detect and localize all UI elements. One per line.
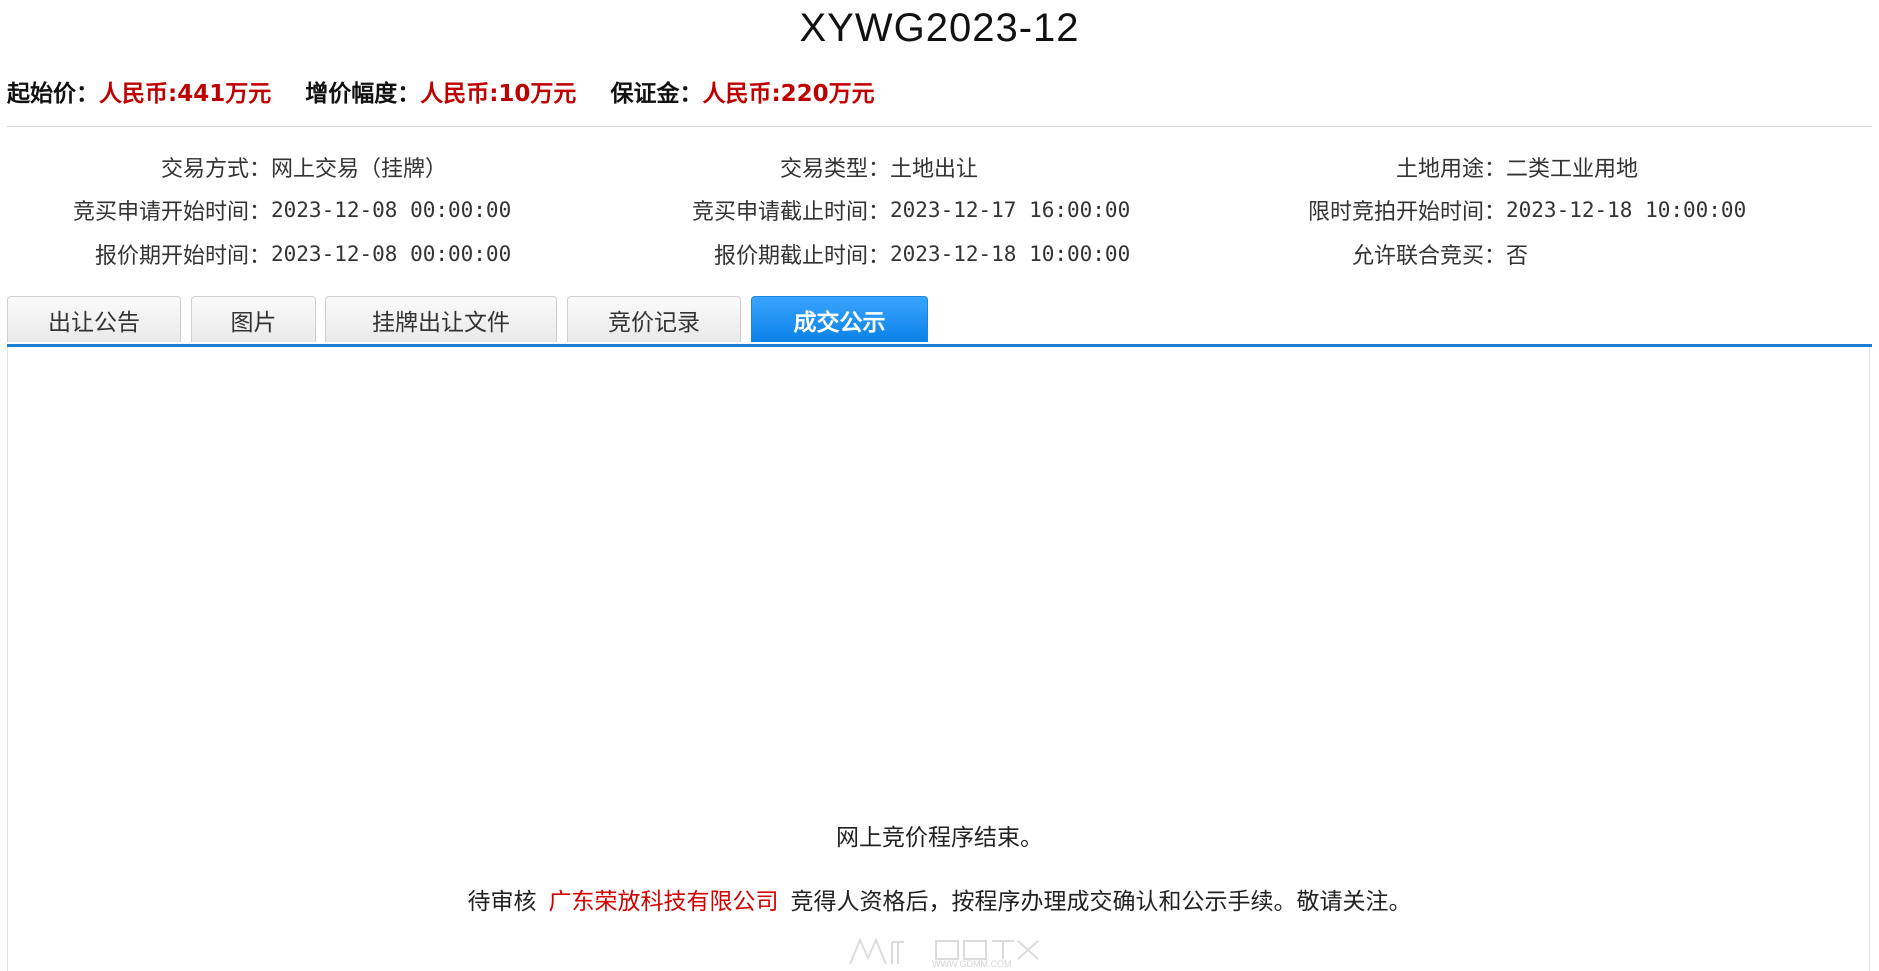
starting-price-value: 人民币:441万元 bbox=[99, 81, 272, 107]
info-row: 竞买申请开始时间： 2023-12-08 00:00:00 竞买申请截止时间： … bbox=[0, 193, 1879, 227]
info-row: 报价期开始时间： 2023-12-08 00:00:00 报价期截止时间： 20… bbox=[0, 237, 1879, 271]
info-value: 网上交易（挂牌） bbox=[271, 157, 448, 182]
tab-announcement[interactable]: 出让公告 bbox=[7, 296, 181, 342]
increment: 增价幅度： 人民币:10万元 bbox=[305, 74, 576, 108]
info-key: 交易类型： bbox=[779, 157, 890, 182]
info-value: 二类工业用地 bbox=[1506, 157, 1639, 182]
info-value: 2023-12-17 16:00:00 bbox=[890, 198, 1131, 222]
page: XYWG2023-12 起始价： 人民币:441万元 增价幅度： 人民币:10万… bbox=[0, 0, 1879, 971]
tab-images[interactable]: 图片 bbox=[191, 296, 316, 342]
tab-bar: 出让公告 图片 挂牌出让文件 竞价记录 成交公示 bbox=[7, 296, 1872, 344]
info-key: 土地用途： bbox=[1395, 157, 1506, 182]
info-value: 土地出让 bbox=[890, 157, 979, 182]
notice-suffix: 竞得人资格后，按程序办理成交确认和公示手续。敬请关注。 bbox=[790, 889, 1412, 915]
header-divider bbox=[7, 126, 1872, 127]
info-key: 允许联合竞买： bbox=[1351, 244, 1506, 269]
info-apply-end: 竞买申请截止时间： 2023-12-17 16:00:00 bbox=[628, 193, 1130, 227]
tab-listing-documents[interactable]: 挂牌出让文件 bbox=[325, 296, 557, 342]
price-summary: 起始价： 人民币:441万元 增价幅度： 人民币:10万元 保证金： 人民币:2… bbox=[7, 74, 909, 108]
starting-price: 起始价： 人民币:441万元 bbox=[7, 74, 271, 108]
info-row: 交易方式： 网上交易（挂牌） 交易类型： 土地出让 土地用途： 二类工业用地 bbox=[0, 150, 1879, 184]
deposit-label: 保证金： bbox=[610, 81, 703, 107]
notice-prefix: 待审核 bbox=[467, 889, 537, 915]
increment-value: 人民币:10万元 bbox=[420, 81, 577, 107]
increment-label: 增价幅度： bbox=[305, 81, 421, 107]
info-value: 否 bbox=[1506, 244, 1529, 269]
info-key: 报价期开始时间： bbox=[94, 244, 271, 269]
winning-company: 广东荣放科技有限公司 bbox=[548, 889, 779, 915]
info-trade-mode: 交易方式： 网上交易（挂牌） bbox=[9, 150, 447, 184]
tab-content-panel bbox=[7, 347, 1870, 971]
info-value: 2023-12-08 00:00:00 bbox=[271, 242, 512, 266]
watermark-logo: WWW.GDMM.COM bbox=[846, 933, 1046, 969]
deposit-value: 人民币:220万元 bbox=[702, 81, 875, 107]
notice-line-2: 待审核 广东荣放科技有限公司 竞得人资格后，按程序办理成交确认和公示手续。敬请关注。 bbox=[0, 882, 1879, 916]
tab-transaction-notice[interactable]: 成交公示 bbox=[751, 296, 928, 342]
info-value: 2023-12-18 10:00:00 bbox=[1506, 198, 1747, 222]
info-key: 限时竞拍开始时间： bbox=[1307, 200, 1506, 225]
deposit: 保证金： 人民币:220万元 bbox=[610, 74, 874, 108]
info-apply-start: 竞买申请开始时间： 2023-12-08 00:00:00 bbox=[9, 193, 511, 227]
info-value: 2023-12-08 00:00:00 bbox=[271, 198, 512, 222]
info-quote-start: 报价期开始时间： 2023-12-08 00:00:00 bbox=[9, 237, 511, 271]
info-land-use: 土地用途： 二类工业用地 bbox=[1244, 150, 1638, 184]
info-key: 竞买申请截止时间： bbox=[691, 200, 890, 225]
watermark-icon bbox=[849, 937, 904, 965]
page-title: XYWG2023-12 bbox=[799, 6, 1080, 50]
notice-line-1: 网上竞价程序结束。 bbox=[836, 825, 1043, 851]
tab-bid-records[interactable]: 竞价记录 bbox=[567, 296, 741, 342]
info-quote-end: 报价期截止时间： 2023-12-18 10:00:00 bbox=[628, 237, 1130, 271]
info-joint-bid: 允许联合竞买： 否 bbox=[1244, 237, 1528, 271]
info-key: 报价期截止时间： bbox=[713, 244, 890, 269]
info-trade-type: 交易类型： 土地出让 bbox=[628, 150, 978, 184]
info-key: 竞买申请开始时间： bbox=[72, 200, 271, 225]
watermark-text: WWW.GDMM.COM bbox=[932, 959, 1012, 969]
starting-price-label: 起始价： bbox=[7, 81, 99, 107]
info-key: 交易方式： bbox=[160, 157, 271, 182]
info-auction-start: 限时竞拍开始时间： 2023-12-18 10:00:00 bbox=[1244, 193, 1746, 227]
info-value: 2023-12-18 10:00:00 bbox=[890, 242, 1131, 266]
